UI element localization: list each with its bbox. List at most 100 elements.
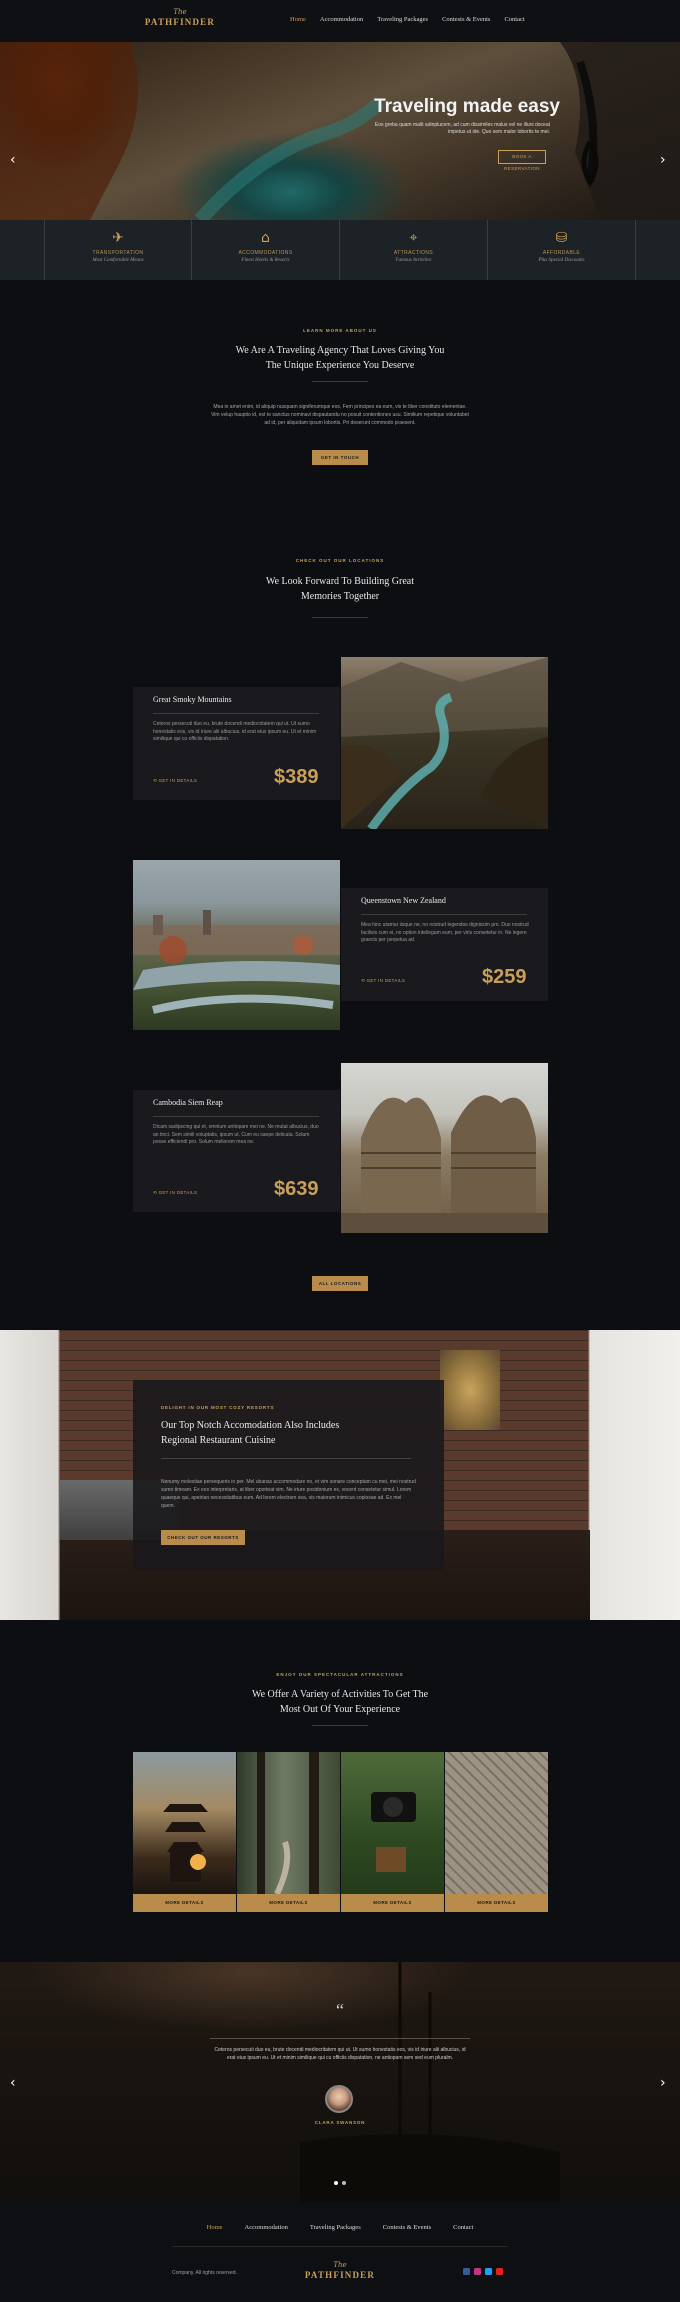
slider-dot[interactable]: [334, 2181, 338, 2185]
activity-card[interactable]: MORE DETAILS: [445, 1752, 548, 1912]
site-logo[interactable]: The PATHFINDER: [140, 8, 220, 28]
hero-title: Traveling made easy: [374, 96, 560, 117]
footer-logo[interactable]: The PATHFINDER: [300, 2261, 380, 2281]
nav-contests-events[interactable]: Contests & Events: [442, 16, 490, 23]
divider: [312, 1725, 368, 1726]
forest-image: [237, 1752, 340, 1896]
camera-image: [341, 1752, 444, 1894]
activity-card[interactable]: MORE DETAILS: [133, 1752, 236, 1912]
location-details-link[interactable]: ⟲ GET IN DETAILS: [361, 978, 405, 984]
house-icon: ⌂: [261, 230, 270, 246]
locations-title-line1: We Look Forward To Building Great: [265, 576, 414, 587]
logo-wordmark: PATHFINDER: [304, 2270, 376, 2280]
footer-nav-contests-events[interactable]: Contests & Events: [383, 2224, 431, 2231]
plane-icon: ✈: [112, 230, 124, 246]
feature-title: ATTRACTIONS: [393, 250, 434, 256]
more-details-button[interactable]: MORE DETAILS: [341, 1894, 444, 1912]
divider: [312, 381, 368, 382]
accommodation-title: Our Top Notch Accomodation Also Includes…: [161, 1418, 391, 1448]
more-details-button[interactable]: MORE DETAILS: [237, 1894, 340, 1912]
activity-card[interactable]: MORE DETAILS: [237, 1752, 340, 1912]
feature-transportation: ✈ TRANSPORTATION Most Comfortable Means: [44, 220, 192, 280]
temple-photo: [341, 1095, 548, 1233]
check-out-resorts-button[interactable]: CHECK OUT OUR RESORTS: [161, 1530, 245, 1545]
accommodation-title-line2: Regional Restaurant Cuisine: [161, 1435, 276, 1446]
nav-traveling-packages[interactable]: Traveling Packages: [377, 16, 428, 23]
map-pin-icon: ⌖: [409, 230, 418, 246]
location-price: $639: [274, 1178, 319, 1200]
feature-title: TRANSPORTATION: [92, 250, 144, 256]
location-name: Great Smoky Mountains: [153, 695, 232, 704]
footer-nav-contact[interactable]: Contact: [453, 2224, 473, 2231]
about-title-line1: We Are A Traveling Agency That Loves Giv…: [235, 345, 445, 356]
locations-title-line2: Memories Together: [300, 591, 380, 602]
avatar: [325, 2085, 353, 2113]
slider-dot[interactable]: [342, 2181, 346, 2185]
feature-title: AFFORDABLE: [542, 250, 581, 256]
social-links: [463, 2268, 503, 2275]
feature-subtitle: Famous Activities: [395, 258, 432, 263]
book-reservation-button[interactable]: BOOK A RESERVATION: [498, 150, 546, 171]
footer-nav-traveling-packages[interactable]: Traveling Packages: [310, 2224, 361, 2231]
more-details-button[interactable]: MORE DETAILS: [445, 1894, 548, 1912]
site-footer: [0, 2202, 680, 2302]
location-photo-queenstown: [133, 860, 340, 1030]
footer-nav-accommodation[interactable]: Accommodation: [245, 2224, 288, 2231]
feature-title: ACCOMMODATIONS: [238, 250, 293, 256]
chevron-right-icon[interactable]: ›: [660, 152, 666, 168]
feature-subtitle: Plus Special Discounts: [538, 258, 585, 263]
about-kicker: LEARN MORE ABOUT US: [303, 328, 377, 333]
pagoda-image: [133, 1752, 236, 1894]
city-photo: [133, 910, 340, 1014]
about-paragraph: Mea in amet enim, id aliquip nusquam sig…: [211, 404, 469, 426]
feature-subtitle: Finest Hotels & Resorts: [241, 258, 290, 263]
accommodation-title-line1: Our Top Notch Accomodation Also Includes: [161, 1420, 340, 1431]
all-locations-button[interactable]: ALL LOCATIONS: [312, 1276, 368, 1291]
facebook-icon[interactable]: [463, 2268, 470, 2275]
footer-nav-home[interactable]: Home: [207, 2224, 223, 2231]
feature-accommodations: ⌂ ACCOMMODATIONS Finest Hotels & Resorts: [192, 220, 340, 280]
feature-affordable: ⛁ AFFORDABLE Plus Special Discounts: [488, 220, 636, 280]
feature-attractions: ⌖ ATTRACTIONS Famous Activities: [340, 220, 488, 280]
get-in-touch-button[interactable]: GET IN TOUCH: [312, 450, 368, 465]
about-title-line2: The Unique Experience You Deserve: [265, 360, 415, 371]
location-name: Cambodia Siem Reap: [153, 1098, 223, 1107]
more-details-button[interactable]: MORE DETAILS: [133, 1894, 236, 1912]
location-details-link[interactable]: ⟲ GET IN DETAILS: [153, 1190, 197, 1196]
youtube-icon[interactable]: [496, 2268, 503, 2275]
chevron-left-icon[interactable]: ‹: [10, 152, 16, 168]
location-price: $389: [274, 766, 319, 788]
location-desc: Dicam sadipscing qui et, omnium antiopam…: [153, 1124, 319, 1145]
chevron-right-icon[interactable]: ›: [660, 2075, 666, 2091]
logo-script: The: [333, 2261, 347, 2269]
accommodation-kicker: DELIGHT IN OUR MOST COZY RESORTS: [161, 1405, 275, 1410]
quote-icon: “: [336, 2000, 344, 2020]
footer-nav: Home Accommodation Traveling Packages Co…: [0, 2224, 680, 2231]
activities-title-line1: We Offer A Variety of Activities To Get …: [251, 1689, 429, 1700]
instagram-icon[interactable]: [474, 2268, 481, 2275]
feature-subtitle: Most Comfortable Means: [92, 258, 144, 263]
location-price: $259: [482, 966, 527, 988]
locations-kicker: CHECK OUT OUR LOCATIONS: [295, 558, 385, 563]
logo-script: The: [173, 8, 187, 16]
location-name: Queenstown New Zealand: [361, 896, 446, 905]
aerial-city-image: [445, 1752, 548, 1894]
chevron-left-icon[interactable]: ‹: [10, 2075, 16, 2091]
nav-contact[interactable]: Contact: [504, 16, 524, 23]
nav-home[interactable]: Home: [290, 16, 306, 23]
river-photo: [341, 657, 548, 829]
testimonial-name: CLARA SWANSON: [314, 2120, 366, 2125]
twitter-icon[interactable]: [485, 2268, 492, 2275]
nav-accommodation[interactable]: Accommodation: [320, 16, 363, 23]
location-details-link[interactable]: ⟲ GET IN DETAILS: [153, 778, 197, 784]
activity-card[interactable]: MORE DETAILS: [341, 1752, 444, 1912]
features-band: ✈ TRANSPORTATION Most Comfortable Means …: [0, 220, 680, 280]
testimonial-text: Ceteros persecuti duo eu, brute docendi …: [214, 2047, 466, 2061]
location-photo-smoky: [341, 657, 548, 829]
site-header: The PATHFINDER Home Accommodation Travel…: [0, 0, 680, 42]
wall-map-image: [440, 1350, 500, 1430]
divider: [312, 617, 368, 618]
location-desc: Ceteros persecuti duo eu, brute docendi …: [153, 721, 317, 742]
activities-title-line2: Most Out Of Your Experience: [279, 1704, 401, 1715]
activities-kicker: ENJOY OUR SPECTACULAR ATTRACTIONS: [276, 1672, 404, 1677]
